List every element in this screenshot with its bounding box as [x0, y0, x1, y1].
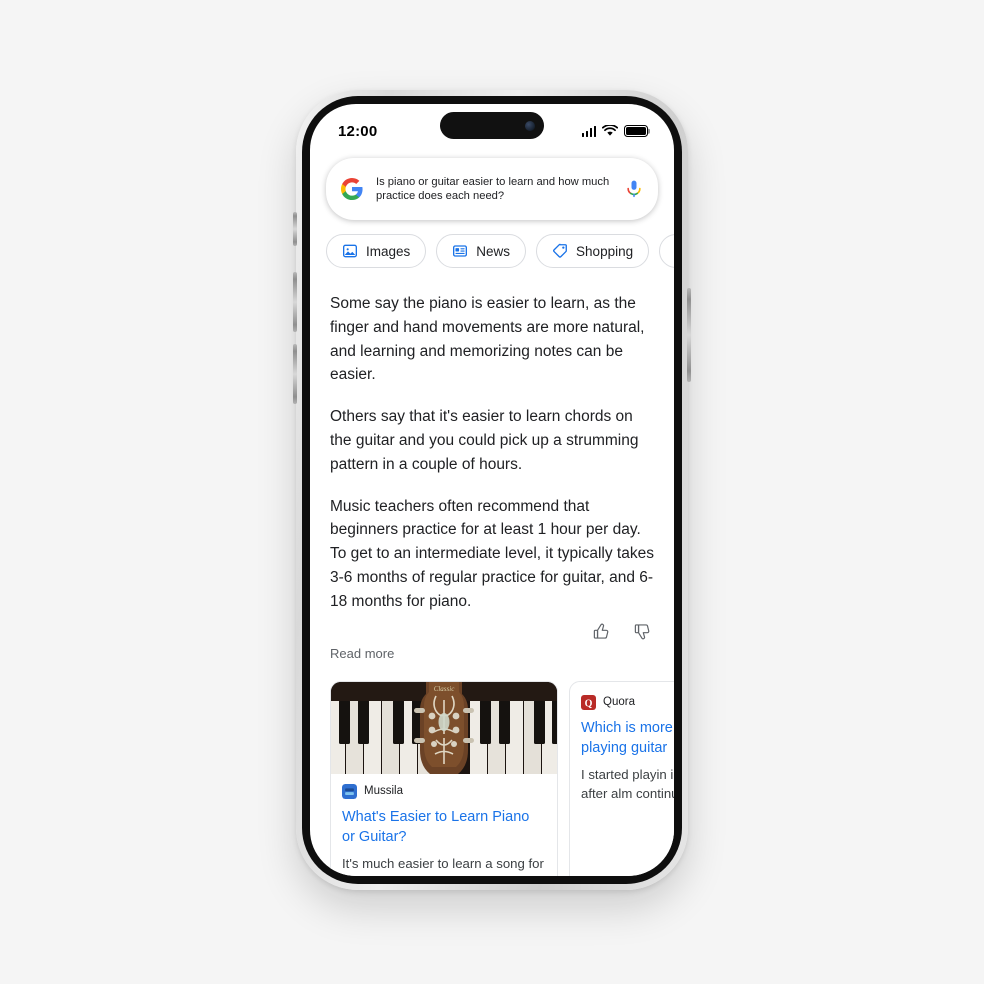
answer-paragraph: Music teachers often recommend that begi…: [330, 497, 654, 610]
status-time: 12:00: [338, 122, 378, 140]
wifi-icon: [602, 125, 618, 136]
phone-mockup: 12:00 Is piano or guitar easier to learn…: [293, 90, 691, 890]
svg-text:Q: Q: [585, 698, 593, 709]
svg-text:Classic: Classic: [434, 685, 456, 693]
thumbs-down-icon[interactable]: [633, 622, 652, 641]
card-source-name: Mussila: [364, 785, 403, 798]
card-thumbnail-image: Classic: [331, 681, 557, 774]
volume-down-button[interactable]: [293, 344, 297, 404]
battery-icon: [624, 125, 648, 137]
card-snippet: I started playin instruments th now, aft…: [581, 766, 674, 802]
news-icon: [453, 245, 468, 257]
thumbs-up-icon[interactable]: [592, 622, 611, 641]
power-button[interactable]: [687, 288, 691, 382]
chip-label: Shopping: [576, 243, 634, 259]
chip-label: News: [476, 243, 511, 259]
card-title[interactable]: Which is more playing piano playing guit…: [581, 718, 674, 758]
feedback-row[interactable]: [310, 614, 674, 641]
search-bar[interactable]: Is piano or guitar easier to learn and h…: [326, 158, 658, 220]
chip-news[interactable]: News: [436, 234, 527, 268]
read-more-row[interactable]: Read more: [310, 641, 674, 663]
answer-paragraph: Others say that it's easier to learn cho…: [330, 408, 639, 473]
chip-images[interactable]: Images: [326, 234, 427, 268]
cellular-signal-icon: [581, 125, 596, 137]
dynamic-island: [440, 112, 544, 139]
front-camera-icon: [525, 120, 535, 131]
status-bar: 12:00: [310, 104, 674, 152]
ai-answer-body: Some say the piano is easier to learn, a…: [310, 280, 674, 614]
image-icon: [343, 244, 357, 258]
phone-screen: 12:00 Is piano or guitar easier to learn…: [310, 104, 674, 876]
mussila-favicon: [342, 783, 357, 799]
card-source: Mussila: [342, 783, 546, 799]
quora-favicon: Q: [581, 694, 596, 710]
card-snippet: It's much easier to learn a song for the…: [342, 855, 544, 876]
card-source: Q Quora: [581, 694, 674, 710]
answer-paragraph: Some say the piano is easier to learn, a…: [330, 295, 645, 384]
card-source-name: Quora: [603, 696, 635, 709]
action-button[interactable]: [293, 212, 297, 246]
card-title[interactable]: What's Easier to Learn Piano or Guitar?: [342, 807, 546, 847]
microphone-icon[interactable]: [624, 177, 644, 201]
google-logo-icon: [341, 178, 363, 200]
read-more-link[interactable]: Read more: [330, 646, 394, 661]
chip-shopping[interactable]: Shopping: [536, 234, 650, 268]
source-card-quora[interactable]: Q Quora Which is more playing piano play…: [569, 680, 674, 876]
source-cards-carousel[interactable]: Classic Mussila What's Easier to Learn P…: [310, 663, 674, 876]
chip-label: Images: [366, 243, 411, 259]
search-query-text[interactable]: Is piano or guitar easier to learn and h…: [376, 175, 612, 204]
chip-videos[interactable]: Videos: [659, 234, 674, 268]
volume-up-button[interactable]: [293, 272, 297, 332]
status-indicators: [581, 119, 648, 137]
filter-chips-row[interactable]: Images News Shopping: [310, 220, 674, 280]
price-tag-icon: [553, 243, 567, 258]
source-card-mussila[interactable]: Classic Mussila What's Easier to Learn P…: [330, 680, 558, 876]
